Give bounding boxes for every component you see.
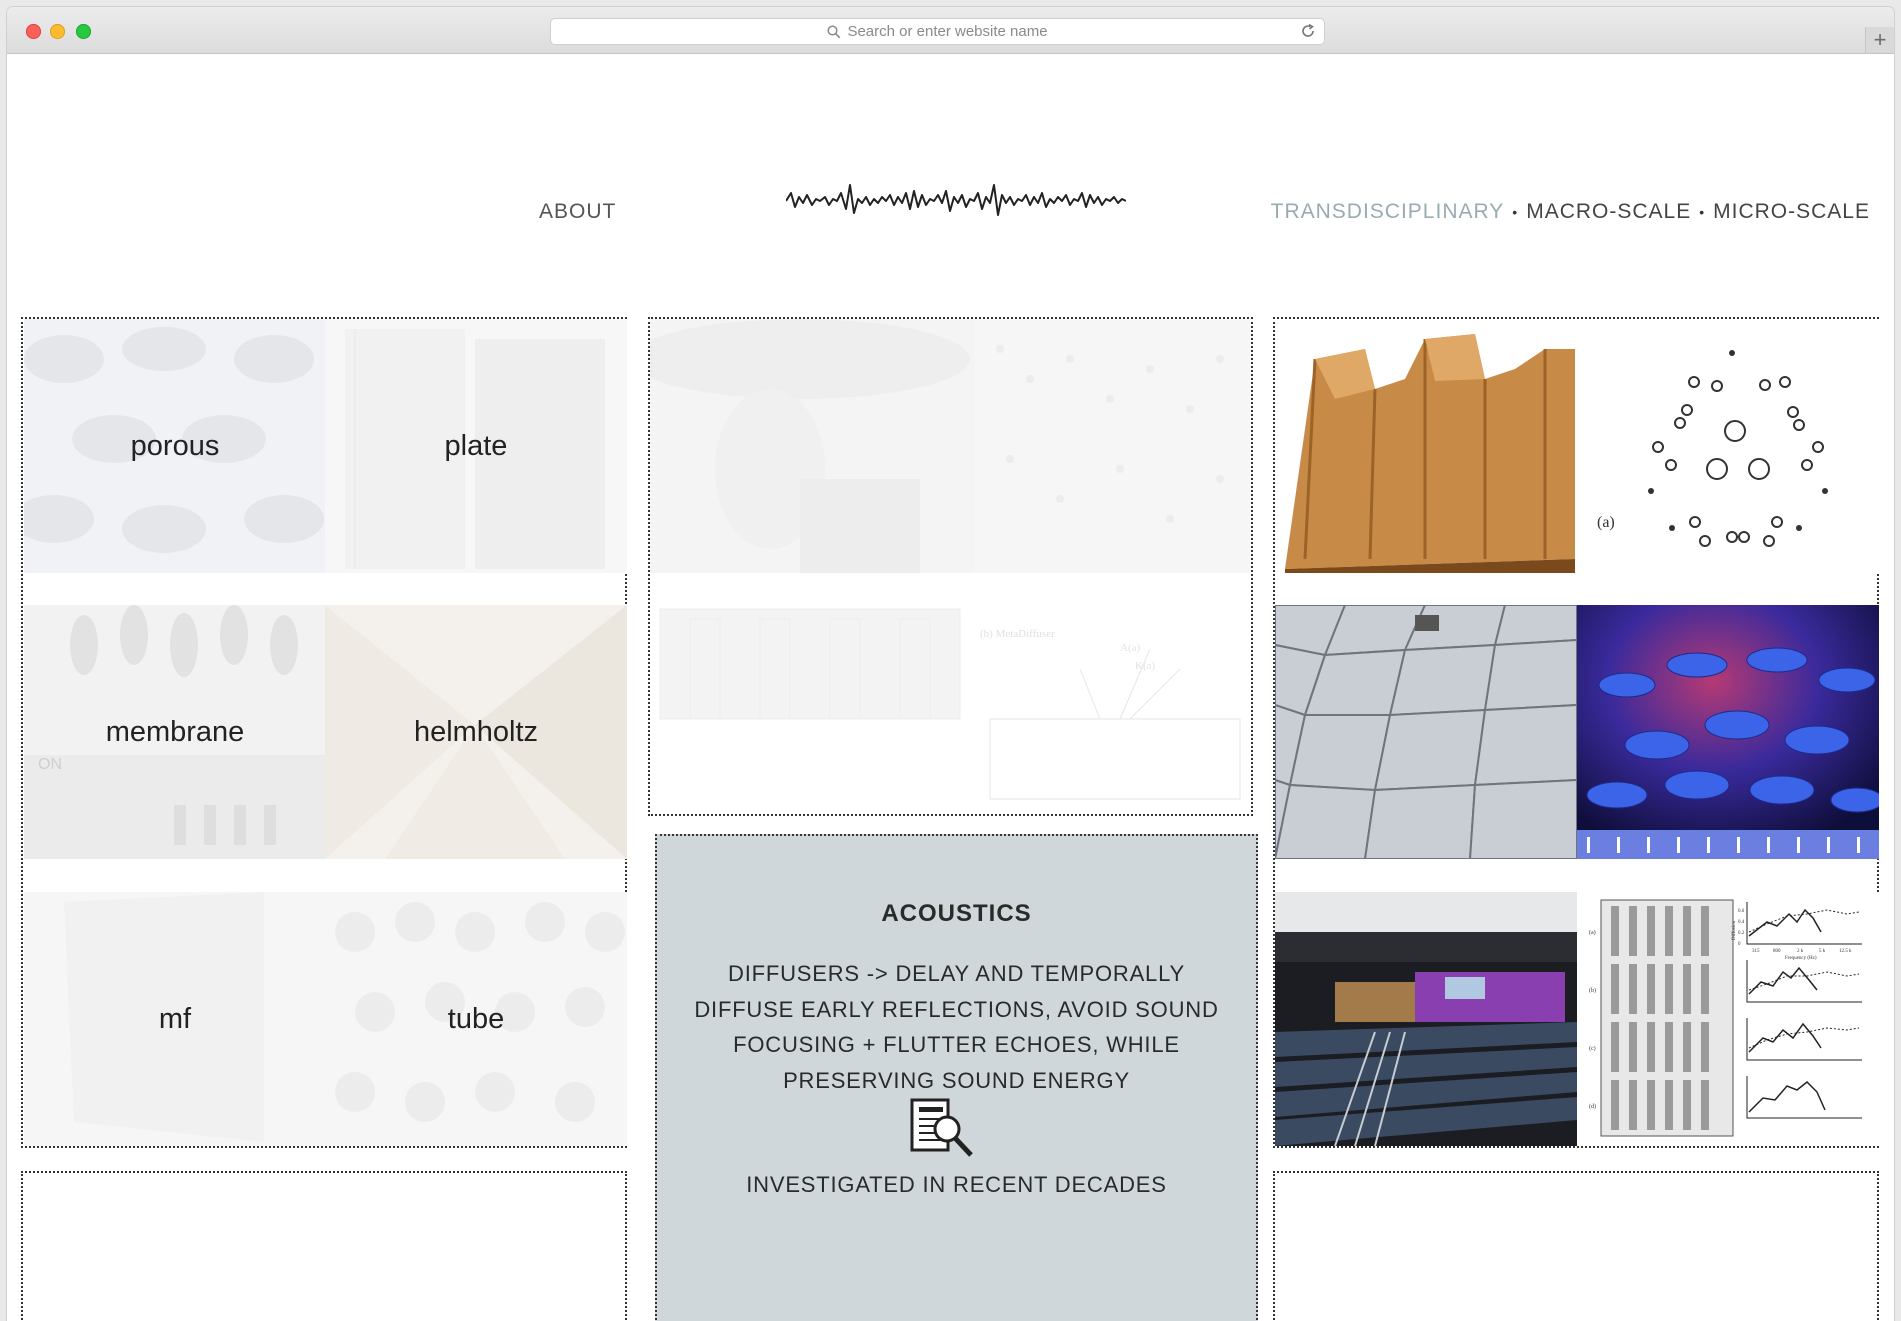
zoom-window-button[interactable] bbox=[76, 24, 91, 39]
address-bar[interactable]: Search or enter website name bbox=[550, 18, 1325, 45]
search-icon bbox=[827, 24, 841, 38]
diffuser-history-panel[interactable]: (b) MetaDiffuser A(a) K(a) bbox=[648, 317, 1253, 816]
graph-row-label: (d) bbox=[1589, 1103, 1596, 1110]
acoustics-card: ACOUSTICS DIFFUSERS -> DELAY AND TEMPORA… bbox=[655, 834, 1258, 1321]
browser-titlebar: Search or enter website name + bbox=[7, 7, 1894, 54]
address-bar-placeholder: Search or enter website name bbox=[847, 23, 1048, 40]
absorber-label: tube bbox=[447, 1002, 505, 1035]
absorber-tile-membrane[interactable]: ON membrane bbox=[24, 605, 326, 859]
metadiffuser-caption: (b) MetaDiffuser bbox=[980, 628, 1055, 640]
figure-label-a: (a) bbox=[1597, 514, 1615, 531]
acoustics-description: DIFFUSERS -> DELAY AND TEMPORALLY DIFFUS… bbox=[694, 961, 1219, 1093]
nav-separator: • bbox=[1512, 204, 1519, 220]
absorber-tile-helmholtz[interactable]: helmholtz bbox=[325, 605, 627, 859]
diffusion-graphs-figure[interactable]: (a) (b) (c) (d) 315 800 2 k 5 k 12.5 k F… bbox=[1577, 892, 1879, 1146]
graph-tick: 12.5 k bbox=[1839, 949, 1852, 954]
graph-tick: 315 bbox=[1752, 949, 1760, 954]
graph-ytick: 0.4 bbox=[1738, 920, 1745, 925]
vector-label-b: K(a) bbox=[1135, 660, 1155, 672]
absorber-tile-tube[interactable]: tube bbox=[325, 892, 627, 1146]
graph-row-label: (c) bbox=[1589, 1045, 1596, 1052]
research-paper-icon[interactable] bbox=[909, 1097, 975, 1159]
minimize-window-button[interactable] bbox=[50, 24, 65, 39]
absorber-tile-porous[interactable]: porous bbox=[24, 319, 326, 573]
wooden-diffuser-photo[interactable] bbox=[1275, 319, 1577, 573]
absorber-tile-plate[interactable]: plate bbox=[325, 319, 627, 573]
absorber-label: mf bbox=[158, 1002, 192, 1035]
absorber-tile-mf[interactable]: mf bbox=[24, 892, 326, 1146]
close-window-button[interactable] bbox=[26, 24, 41, 39]
nav-about-link[interactable]: ABOUT bbox=[539, 200, 616, 224]
absorber-label: helmholtz bbox=[413, 715, 539, 748]
nav-micro-scale-link[interactable]: MICRO-SCALE bbox=[1713, 200, 1870, 224]
ceiling-diffuser-photo[interactable] bbox=[1275, 605, 1577, 859]
nav-scale-menu: TRANSDISCIPLINARY • MACRO-SCALE • MICRO-… bbox=[1271, 200, 1870, 224]
concert-hall-ceiling-photo[interactable] bbox=[1577, 605, 1879, 859]
reload-icon[interactable] bbox=[1300, 23, 1316, 39]
graph-tick: 800 bbox=[1773, 949, 1781, 954]
empty-panel-left bbox=[21, 1171, 627, 1321]
nav-transdisciplinary-link[interactable]: TRANSDISCIPLINARY bbox=[1271, 200, 1505, 224]
circle-array-figure[interactable]: (a) bbox=[1577, 319, 1879, 573]
page: ABOUT TRANSDISCIPLINARY • MACRO-SCALE • … bbox=[7, 54, 1894, 1321]
auditorium-photo[interactable] bbox=[1275, 892, 1577, 1146]
browser-window: Search or enter website name + ABOUT TRA… bbox=[7, 7, 1894, 1321]
acoustics-title: ACOUSTICS bbox=[881, 900, 1032, 927]
soundwave-logo[interactable] bbox=[786, 179, 1126, 229]
acoustics-footer: INVESTIGATED IN RECENT DECADES bbox=[746, 1172, 1167, 1197]
absorber-types-panel: porous plate ON membrane helmholtz mf tu… bbox=[21, 317, 627, 1148]
on-sign-text: ON bbox=[38, 756, 62, 773]
absorber-label: membrane bbox=[105, 715, 245, 748]
graph-tick: 5 k bbox=[1819, 949, 1826, 954]
graph-ylabel: Diffusion bbox=[1732, 920, 1737, 940]
diffuser-gallery-panel: (a) (a) (b) (c) (d) 315 800 2 k 5 k 12.5… bbox=[1273, 317, 1879, 1148]
graph-tick: 2 k bbox=[1797, 949, 1804, 954]
absorber-label: plate bbox=[444, 429, 508, 462]
new-tab-button[interactable]: + bbox=[1865, 27, 1894, 53]
nav-separator: • bbox=[1699, 204, 1706, 220]
absorber-label: porous bbox=[130, 429, 220, 462]
empty-panel-right bbox=[1273, 1171, 1879, 1321]
diffuser-history-collage: (b) MetaDiffuser A(a) K(a) bbox=[650, 319, 1251, 814]
graph-row-label: (b) bbox=[1589, 987, 1596, 994]
nav-macro-scale-link[interactable]: MACRO-SCALE bbox=[1526, 200, 1691, 224]
graph-row-label: (a) bbox=[1589, 929, 1596, 936]
graph-ytick: 0.6 bbox=[1738, 909, 1745, 914]
vector-label-a: A(a) bbox=[1120, 642, 1140, 654]
graph-ytick: 0.2 bbox=[1738, 931, 1745, 936]
graph-xlabel: Frequency (Hz) bbox=[1785, 956, 1817, 961]
